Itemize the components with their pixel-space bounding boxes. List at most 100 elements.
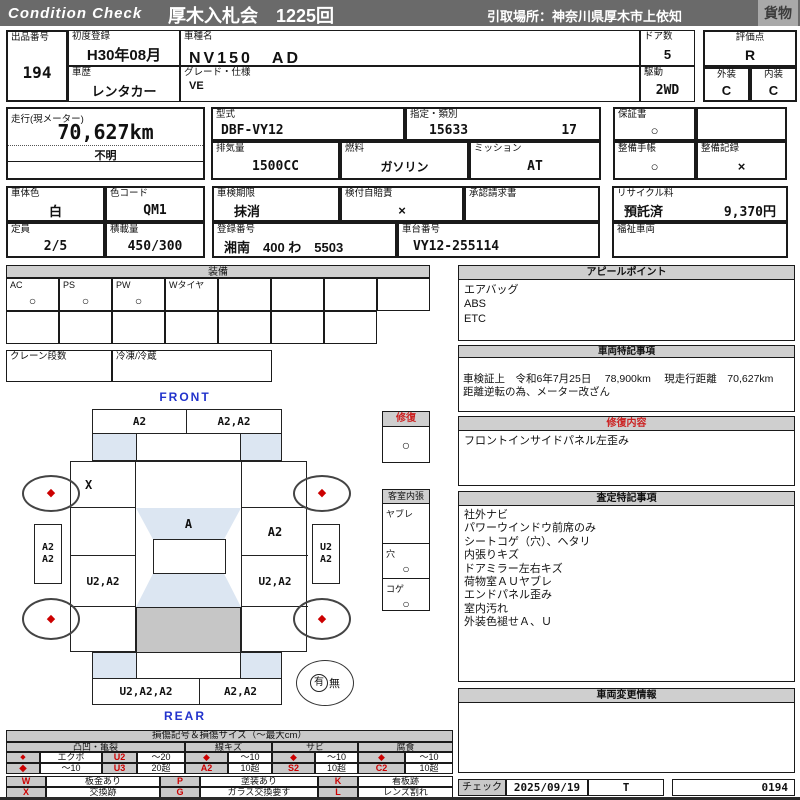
lot-number-value: 194 — [22, 62, 52, 82]
chassis-number-cell: 車台番号 VY12-255114 — [397, 222, 600, 258]
rear-bumper-left: U2,A2,A2 — [92, 678, 200, 705]
history-value: レンタカー — [91, 83, 157, 99]
change-info-header: 車両変更情報 — [459, 689, 794, 703]
legend-title: 損傷記号＆損傷サイズ（～最大cm） — [6, 730, 453, 742]
chassis-number-label: 車台番号 — [402, 224, 441, 235]
legend-group-scratch: 線キズ — [185, 742, 272, 752]
maintenance-record-cell: 整備記録 × — [696, 141, 787, 180]
equipment-mark-pw: ○ — [134, 293, 143, 308]
mission-value: AT — [527, 159, 543, 175]
legend-dent-size-u2: ～20 — [137, 752, 185, 763]
assessment-notes-panel: 査定特記事項 社外ナビ パワーウインドウ前席のみ シートコゲ（穴）、ヘタリ 内張… — [458, 491, 795, 682]
recycle-fee-label: リサイクル料 — [617, 188, 674, 199]
rocker-right-marks: U2 A2 — [319, 542, 333, 565]
body-color-value: 白 — [48, 203, 62, 219]
approval-value — [466, 201, 598, 220]
cabin-lining-header: 客室内張 — [383, 490, 429, 504]
rear-glass-shape — [136, 574, 241, 607]
score-cell: 評価点 R — [703, 30, 797, 67]
equipment-cell-empty — [271, 278, 324, 311]
legend-dent-size-u3: 20超 — [137, 763, 185, 774]
maintenance-record-value: × — [737, 159, 746, 175]
warranty-label: 保証書 — [618, 109, 647, 120]
legend-group-corrosion: 腐食 — [358, 742, 453, 752]
class-label: 指定・類別 — [410, 109, 458, 120]
legend-scratch-diamond: ◆ — [185, 752, 228, 763]
score-value: R — [744, 46, 756, 63]
legend-code-w: W — [6, 776, 46, 787]
rocker-right-box: U2 A2 — [312, 524, 340, 584]
vehicle-notes-header: 車両特記事項 — [459, 346, 794, 358]
equipment-label-ac: AC — [10, 280, 23, 290]
front-bumper-right: A2,A2 — [186, 409, 282, 434]
equipment-label-wtire: Wタイヤ — [169, 280, 205, 290]
wheel-rear-left: ◆ — [22, 598, 80, 640]
diagram-rear-label: REAR — [163, 709, 206, 723]
rear-door-right-mark: U2,A2 — [258, 574, 292, 588]
grade-value: VE — [189, 79, 204, 92]
rear-door-right-cell: U2,A2 — [241, 556, 308, 607]
legend-group-dent: 凸凹・亀裂 — [6, 742, 185, 752]
change-info-body — [459, 703, 794, 709]
wheel-front-left: ◆ — [22, 475, 80, 512]
rear-center-section — [136, 652, 241, 679]
interior-grade-label: 内装 — [763, 69, 783, 80]
repair-detail-body: フロントインサイドパネル左歪み — [464, 435, 629, 447]
legend-code-s2: S2 — [272, 763, 315, 774]
windshield-mark: A — [184, 516, 193, 531]
doors-value: 5 — [663, 46, 672, 62]
repair-flag-header: 修復 — [383, 412, 429, 427]
history-cell: 車歴 レンタカー — [68, 66, 180, 102]
fuel-value: ガソリン — [380, 160, 429, 175]
model-name-value: NV150 AD — [189, 49, 302, 67]
chassis-number-value: VY12-255114 — [413, 238, 500, 254]
hood-front-section — [136, 433, 241, 461]
displacement-cell: 排気量 1500CC — [211, 141, 340, 180]
class-value-2: 17 — [561, 122, 577, 138]
front-pillar-right-shade — [240, 433, 282, 461]
model-code-value: DBF-VY12 — [221, 122, 284, 138]
appeal-points-body: エアバッグ ABS ETC — [464, 284, 519, 325]
approval-label: 承認請求書 — [469, 188, 517, 199]
jibaiseki-label: 検付自賠責 — [345, 188, 393, 199]
legend-dent-diamond-large: ◆ — [6, 763, 40, 774]
drive-cell: 駆動 2WD — [640, 66, 695, 102]
legend-code-u2: U2 — [102, 752, 137, 763]
equipment-cell-empty — [324, 311, 377, 344]
load-cell: 積載量 450/300 — [105, 222, 205, 258]
model-code-cell: 型式 DBF-VY12 — [211, 107, 405, 141]
equipment-cell-empty — [377, 278, 430, 311]
equipment-cell-empty — [324, 278, 377, 311]
check-date-cell: 2025/09/19 — [506, 779, 588, 796]
front-bumper-left: A2 — [92, 409, 187, 434]
recycle-status: 預託済 — [624, 203, 664, 219]
legend-dent-size-small: ～10 — [40, 763, 102, 774]
jibaiseki-cell: 検付自賠責 × — [340, 186, 464, 222]
damage-diamond-icon: ◆ — [317, 487, 327, 499]
maintenance-book-label: 整備手帳 — [618, 143, 657, 154]
equipment-header: 装備 — [6, 265, 430, 278]
legend-corrosion-size2: 10超 — [405, 763, 453, 774]
car-body-outline: X U2,A2 A2 U2,A2 A — [70, 461, 308, 653]
vehicle-category-badge: 貨物 — [758, 0, 798, 26]
load-value: 450/300 — [127, 238, 183, 254]
color-code-cell: 色コード QM1 — [105, 186, 205, 222]
assessment-notes-body: 社外ナビ パワーウインドウ前席のみ シートコゲ（穴）、ヘタリ 内張りキズ ドアミ… — [464, 509, 596, 629]
legend-rust-diamond: ◆ — [272, 752, 315, 763]
legend-desc-sheetmetal: 板金あり — [46, 776, 160, 787]
front-door-right-cell: A2 — [241, 508, 308, 556]
legend-code-k: K — [318, 776, 358, 787]
check-inspector-cell: T — [588, 779, 664, 796]
cabin-lining-box: 客室内張 ヤブレ 穴 ○ コゲ ○ — [382, 489, 430, 611]
inspection-value: 抹消 — [234, 203, 261, 219]
auction-title: 厚木入札会 1225回 — [168, 6, 335, 26]
welfare-label: 福祉車両 — [617, 224, 656, 235]
first-registration-value: H30年08月 — [86, 46, 162, 64]
equipment-cell-ps: PS ○ — [59, 278, 112, 311]
spare-tire-yes-circled: 有 — [310, 674, 328, 692]
approval-cell: 承認請求書 — [464, 186, 600, 222]
model-name-cell: 車種名 NV150 AD — [180, 30, 640, 67]
appeal-points-panel: アピールポイント エアバッグ ABS ETC — [458, 265, 795, 341]
lot-number-cell: 出品番号 194 — [6, 30, 68, 102]
rocker-left-box: A2 A2 — [34, 524, 62, 584]
